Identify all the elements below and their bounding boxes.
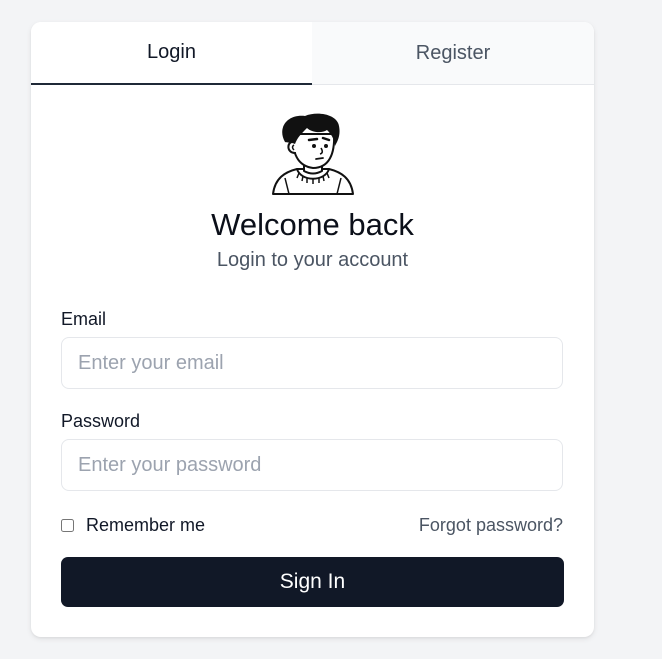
remember-me-row: Remember me: [61, 513, 205, 537]
login-card: Login Register Welcome back Login to you…: [31, 22, 594, 637]
tab-login[interactable]: Login: [31, 22, 312, 85]
cartoon-avatar-icon: [271, 112, 355, 196]
sign-in-button[interactable]: Sign In: [61, 557, 564, 607]
page-subtitle: Login to your account: [216, 249, 409, 271]
auth-tabs: Login Register: [31, 22, 594, 85]
password-label: Password: [61, 411, 141, 431]
email-label: Email: [61, 309, 107, 329]
remember-me-label[interactable]: Remember me: [86, 515, 205, 536]
tab-register[interactable]: Register: [312, 22, 594, 84]
remember-me-checkbox[interactable]: [61, 518, 74, 532]
page-title: Welcome back: [211, 207, 414, 242]
password-field[interactable]: [61, 439, 563, 491]
email-field[interactable]: [61, 337, 563, 389]
forgot-password-link[interactable]: Forgot password?: [419, 513, 563, 537]
